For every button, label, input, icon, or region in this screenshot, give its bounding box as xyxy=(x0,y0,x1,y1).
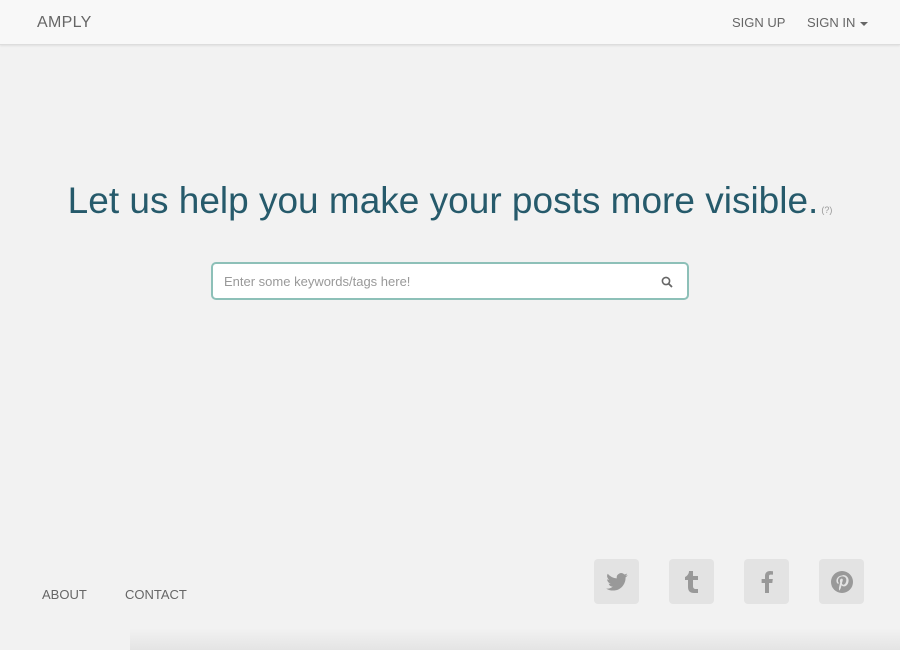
facebook-icon xyxy=(761,570,773,593)
about-link[interactable]: ABOUT xyxy=(42,587,87,602)
brand-logo[interactable]: AMPLY xyxy=(37,14,92,32)
tumblr-icon xyxy=(684,570,698,593)
search-box xyxy=(211,262,689,300)
page-bottom-shadow xyxy=(130,628,900,650)
sign-in-dropdown[interactable]: SIGN IN xyxy=(807,15,869,30)
contact-link[interactable]: CONTACT xyxy=(125,587,187,602)
sign-up-link[interactable]: SIGN UP xyxy=(732,15,785,30)
pinterest-icon xyxy=(830,570,853,593)
search-icon[interactable] xyxy=(661,275,673,293)
search-input[interactable] xyxy=(213,264,633,298)
twitter-button[interactable] xyxy=(594,559,639,604)
help-link[interactable]: (?) xyxy=(821,205,832,215)
hero-headline: Let us help you make your posts more vis… xyxy=(0,180,900,222)
headline-text: Let us help you make your posts more vis… xyxy=(67,180,819,221)
navbar: AMPLY SIGN UP SIGN IN xyxy=(0,0,900,45)
sign-in-label: SIGN IN xyxy=(807,15,856,30)
caret-down-icon xyxy=(860,21,869,26)
twitter-icon xyxy=(605,572,628,591)
pinterest-button[interactable] xyxy=(819,559,864,604)
tumblr-button[interactable] xyxy=(669,559,714,604)
facebook-button[interactable] xyxy=(744,559,789,604)
